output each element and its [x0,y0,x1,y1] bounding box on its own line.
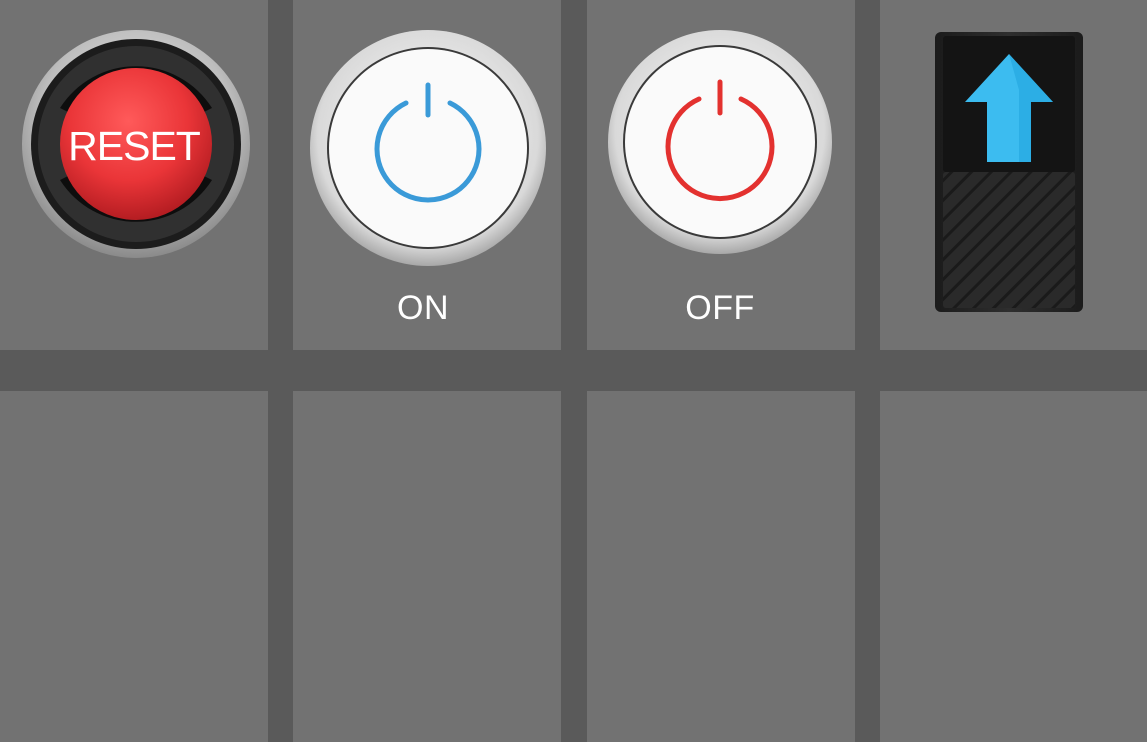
power-on-caption: ON [397,289,449,327]
power-on-button[interactable] [309,29,547,267]
rocker-switch[interactable] [933,30,1085,314]
power-off-caption: OFF [685,289,755,327]
power-off-button[interactable] [607,29,833,255]
panel-tile-bottom-4 [880,391,1147,742]
panel-tile-bottom-1 [0,391,268,742]
reset-button-label: RESET [68,123,201,169]
reset-button[interactable]: RESET [20,28,252,260]
panel-tile-bottom-3 [587,391,855,742]
panel-tile-bottom-2 [293,391,561,742]
